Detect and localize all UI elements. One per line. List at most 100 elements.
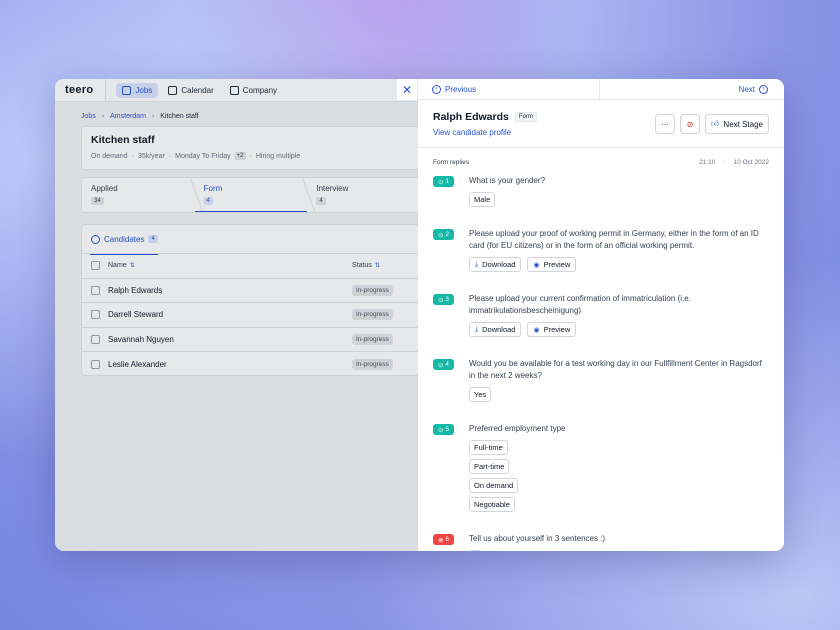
download-icon: ⤓	[475, 260, 479, 268]
app-window: teero Jobs Calendar Company Jobs › Amste…	[55, 79, 784, 551]
nav-jobs[interactable]: Jobs	[116, 82, 159, 98]
tab-candidates-label: Candidates	[104, 234, 145, 244]
preview-button[interactable]: ◉ Preview	[527, 322, 577, 337]
question-badge: ⊗ 6	[433, 534, 454, 545]
breadcrumb-current: Kitchen staff	[160, 113, 199, 120]
answer-chip: Full-time	[469, 440, 508, 455]
top-nav: teero Jobs Calendar Company	[55, 79, 418, 102]
job-salary: 35k/year	[137, 152, 165, 160]
question-badge: ⊙ 1	[433, 176, 454, 187]
question-4: ⊙ 4 Would you be available for a test wor…	[433, 358, 769, 402]
table-row[interactable]: Darrell Steward In-progress	[82, 303, 420, 328]
answer-list: Full-time Part-time On demand Negotiable	[469, 440, 769, 512]
candidate-name: Leslie Alexander	[108, 359, 167, 369]
question-2: ⊙ 2 Please upload your proof of working p…	[433, 228, 769, 272]
question-text: Please upload your proof of working perm…	[469, 229, 759, 250]
table-row[interactable]: Savannah Nguyen In-progress	[82, 328, 420, 352]
status-badge: In-progress	[352, 284, 393, 296]
download-button[interactable]: ⤓ Download	[469, 322, 522, 337]
next-stage-button[interactable]: 👍︎ Next Stage	[705, 114, 769, 134]
replies-header: Form replies 21:10 · 10 Oct 2022	[433, 159, 769, 166]
reject-button[interactable]: ⊘	[680, 114, 701, 134]
row-checkbox[interactable]	[91, 359, 100, 369]
arrow-right-circle-icon: ›	[759, 84, 768, 94]
column-name[interactable]: Name ⇅	[108, 262, 352, 269]
close-icon[interactable]: ✕	[397, 79, 418, 100]
job-card: Kitchen staff On demand · 35k/year · Monda…	[81, 126, 421, 170]
check-circle-icon: ⊙	[437, 361, 444, 369]
calendar-icon	[168, 85, 178, 95]
row-checkbox[interactable]	[91, 285, 100, 295]
job-hiring: Hiring multiple	[255, 152, 301, 160]
column-status[interactable]: Status ⇅	[352, 262, 380, 269]
ban-icon: ⊘	[686, 119, 694, 129]
header-actions: ··· ⊘ 👍︎ Next Stage	[655, 114, 769, 134]
next-button[interactable]: Next ›	[739, 84, 768, 94]
thumbs-up-icon: 👍︎	[711, 119, 720, 128]
sort-icon: ⇅	[374, 263, 380, 270]
jobs-app: teero Jobs Calendar Company Jobs › Amste…	[55, 79, 421, 551]
replies-title: Form replies	[433, 159, 470, 166]
candidate-panel: ✕ ‹ Previous Next › Ralph Edwards Form V…	[397, 79, 784, 551]
pipeline-stages: Applied 34 Form 4 Interview 4	[81, 177, 421, 213]
answer-list: Yes	[469, 387, 769, 402]
nav-company-label: Company	[242, 85, 278, 95]
previous-label: Previous	[445, 84, 477, 94]
row-checkbox[interactable]	[91, 334, 100, 344]
question-badge: ⊙ 3	[433, 294, 454, 305]
question-5: ⊙ 5 Preferred employment type Full-time P…	[433, 423, 769, 512]
stage-label: Form	[203, 184, 223, 193]
select-all-checkbox[interactable]	[91, 261, 100, 271]
tab-candidates[interactable]: Candidates 4	[82, 225, 420, 254]
candidate-header: Ralph Edwards Form View candidate profil…	[418, 100, 784, 148]
stage-count: 34	[91, 197, 104, 205]
previous-button[interactable]: ‹ Previous	[418, 79, 600, 100]
preview-button[interactable]: ◉ Preview	[527, 257, 577, 272]
stage-form[interactable]: Form 4	[194, 178, 316, 212]
stage-applied[interactable]: Applied 34	[82, 178, 203, 212]
question-badge: ⊙ 5	[433, 424, 454, 435]
status-badge: In-progress	[352, 309, 393, 321]
stage-label: Interview	[316, 184, 349, 193]
answer-chip: On demand	[469, 478, 519, 493]
question-text: Preferred employment type	[469, 424, 566, 433]
question-badge: ⊙ 2	[433, 229, 454, 240]
form-replies: Form replies 21:10 · 10 Oct 2022 ⊙ 1 What i…	[418, 148, 784, 551]
answer-list: -	[469, 550, 769, 551]
answer-chip: Male	[469, 192, 496, 207]
job-schedule: Monday To Friday	[175, 152, 231, 160]
question-1: ⊙ 1 What is your gender? Male	[433, 175, 769, 207]
briefcase-icon	[122, 85, 132, 95]
answer-chip: Part-time	[469, 459, 510, 474]
nav-calendar[interactable]: Calendar	[162, 83, 219, 98]
check-circle-icon: ⊙	[437, 231, 444, 239]
file-actions: ⤓ Download ◉ Preview	[469, 257, 769, 272]
question-text: What is your gender?	[469, 176, 546, 185]
breadcrumb-jobs[interactable]: Jobs	[81, 113, 96, 120]
stage-count: 4	[316, 197, 326, 205]
table-row[interactable]: Ralph Edwards In-progress	[82, 279, 420, 303]
breadcrumb-amsterdam[interactable]: Amsterdam	[110, 113, 146, 120]
question-3: ⊙ 3 Please upload your current confirmati…	[433, 293, 769, 337]
stage-tag: Form	[514, 112, 537, 122]
more-button[interactable]: ···	[655, 114, 676, 134]
answer-list: Male	[469, 192, 769, 207]
x-circle-icon: ⊗	[437, 536, 444, 544]
table-row[interactable]: Leslie Alexander In-progress	[82, 352, 420, 377]
row-checkbox[interactable]	[91, 310, 100, 320]
job-title: Kitchen staff	[91, 134, 155, 146]
status-badge: In-progress	[352, 358, 393, 370]
status-badge: In-progress	[352, 333, 393, 345]
chevron-right-icon: ›	[101, 113, 105, 120]
candidate-name: Ralph Edwards	[433, 111, 509, 123]
nav-company[interactable]: Company	[224, 83, 283, 98]
chevron-right-icon: ›	[151, 113, 155, 120]
replies-timestamp: 21:10 · 10 Oct 2022	[699, 159, 769, 166]
download-button[interactable]: ⤓ Download	[469, 257, 522, 272]
stage-interview[interactable]: Interview 4	[307, 178, 420, 212]
users-icon	[91, 234, 100, 244]
schedule-more-badge[interactable]: +2	[234, 152, 246, 160]
job-meta: On demand · 35k/year · Monday To Friday +2…	[91, 152, 301, 160]
job-type: On demand	[91, 152, 128, 160]
candidates-count: 4	[148, 235, 158, 243]
